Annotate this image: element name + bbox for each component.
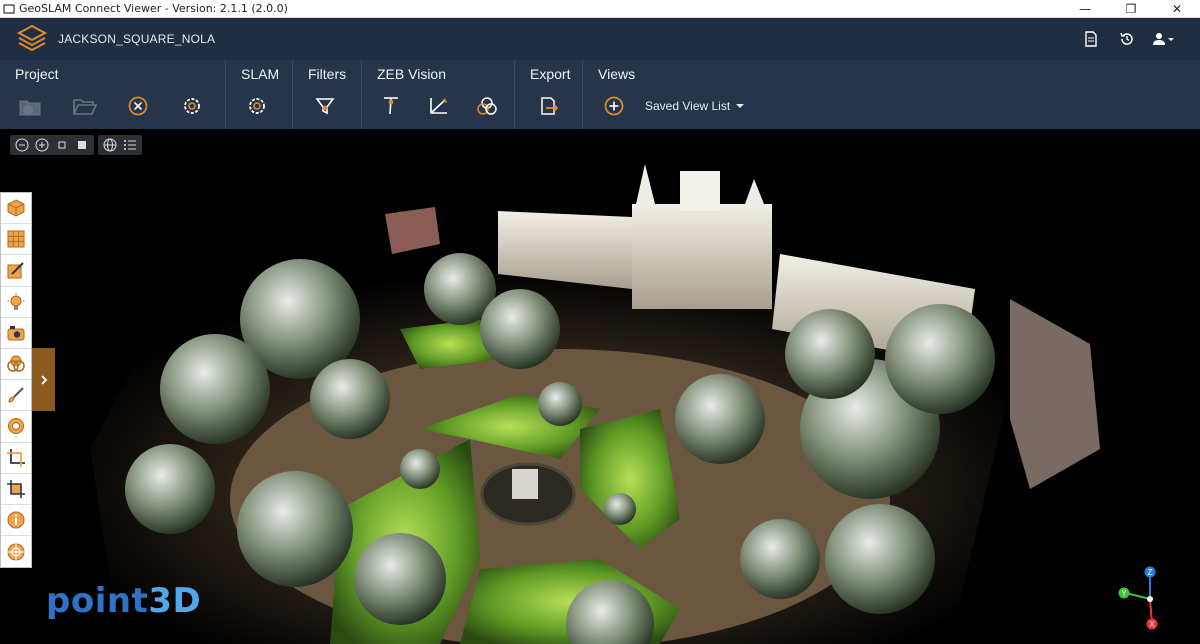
small-point-icon[interactable] [54, 137, 70, 153]
crop-icon[interactable] [1, 443, 31, 474]
ring-icon[interactable] [1, 411, 31, 443]
ribbon-group-export: Export [515, 60, 583, 129]
settings-gear-icon[interactable] [179, 93, 205, 119]
ribbon-group-project: Project [0, 60, 226, 129]
ribbon-group-filters: Filters [293, 60, 362, 129]
box-view-icon[interactable] [1, 193, 31, 225]
export-icon[interactable] [536, 93, 562, 119]
globe-icon[interactable] [102, 137, 118, 153]
axis-gizmo[interactable]: Z Y X [1112, 563, 1182, 633]
add-view-icon[interactable] [601, 93, 627, 119]
view-mini-toolbar [10, 135, 142, 155]
user-menu-icon[interactable] [1152, 28, 1178, 50]
point3d-watermark: point3D [46, 581, 201, 621]
project-name: JACKSON_SQUARE_NOLA [58, 32, 216, 46]
crop-alt-icon[interactable] [1, 474, 31, 505]
document-icon[interactable] [1080, 28, 1102, 50]
point-cloud-scene [90, 164, 1100, 644]
lightbulb-icon[interactable] [1, 287, 31, 318]
colourise-icon[interactable] [474, 93, 500, 119]
watermark-accent: 3D [148, 581, 202, 621]
watermark-main: point [46, 581, 149, 621]
ribbon-group-title: Project [15, 66, 59, 82]
ribbon-group-title: Export [530, 66, 571, 82]
window-title: GeoSLAM Connect Viewer - Version: 2.1.1 … [19, 2, 288, 15]
grid-icon[interactable] [1, 224, 31, 256]
measure-axes-icon[interactable] [426, 93, 452, 119]
slam-settings-icon[interactable] [244, 93, 270, 119]
open-folder-icon[interactable] [72, 93, 98, 119]
saved-view-list-dropdown[interactable]: Saved View List [645, 99, 745, 113]
camera-icon[interactable] [1, 318, 31, 349]
list-icon[interactable] [122, 137, 138, 153]
vision-pin-icon[interactable] [378, 93, 404, 119]
app-logo-icon [3, 3, 15, 14]
axis-y-label: Y [1121, 589, 1127, 598]
minimize-button[interactable]: — [1062, 0, 1108, 18]
window-titlebar: GeoSLAM Connect Viewer - Version: 2.1.1 … [0, 0, 1200, 18]
close-button[interactable]: ✕ [1154, 0, 1200, 18]
zoom-in-icon[interactable] [34, 137, 50, 153]
edit-icon[interactable] [1, 255, 31, 287]
ribbon-toolbar: Project SLAM Filters ZEB Vision Export V… [0, 60, 1200, 129]
zoom-out-icon[interactable] [14, 137, 30, 153]
history-icon[interactable] [1116, 28, 1138, 50]
ribbon-group-views: Views Saved View List [583, 60, 1200, 129]
large-point-icon[interactable] [74, 137, 90, 153]
app-header: JACKSON_SQUARE_NOLA [0, 18, 1200, 60]
ribbon-group-title: SLAM [241, 66, 280, 82]
axis-z-label: Z [1148, 568, 1153, 577]
axis-x-label: X [1149, 620, 1155, 629]
window-controls: — ❐ ✕ [1062, 0, 1200, 18]
ribbon-group-zeb-vision: ZEB Vision [362, 60, 515, 129]
target-icon[interactable] [1, 536, 31, 567]
point-cloud-viewport[interactable]: point3D Z Y X [0, 129, 1200, 644]
left-tool-panel [0, 192, 32, 569]
header-actions [1080, 18, 1178, 60]
ribbon-group-title: ZEB Vision [377, 66, 446, 82]
geoslam-logo-icon [16, 24, 48, 52]
caret-down-icon [736, 104, 745, 108]
expand-panel-button[interactable] [32, 348, 55, 411]
ribbon-group-title: Filters [308, 66, 347, 82]
ribbon-group-slam: SLAM [226, 60, 293, 129]
brush-icon[interactable] [1, 380, 31, 412]
ribbon-group-title: Views [598, 66, 636, 82]
layers-icon[interactable] [1, 349, 31, 381]
filter-funnel-icon[interactable] [312, 93, 338, 119]
info-icon[interactable] [1, 505, 31, 537]
new-project-icon[interactable] [17, 93, 43, 119]
restore-button[interactable]: ❐ [1108, 0, 1154, 18]
saved-view-list-label: Saved View List [645, 99, 731, 113]
chevron-right-icon [40, 374, 47, 385]
close-project-icon[interactable] [125, 93, 151, 119]
